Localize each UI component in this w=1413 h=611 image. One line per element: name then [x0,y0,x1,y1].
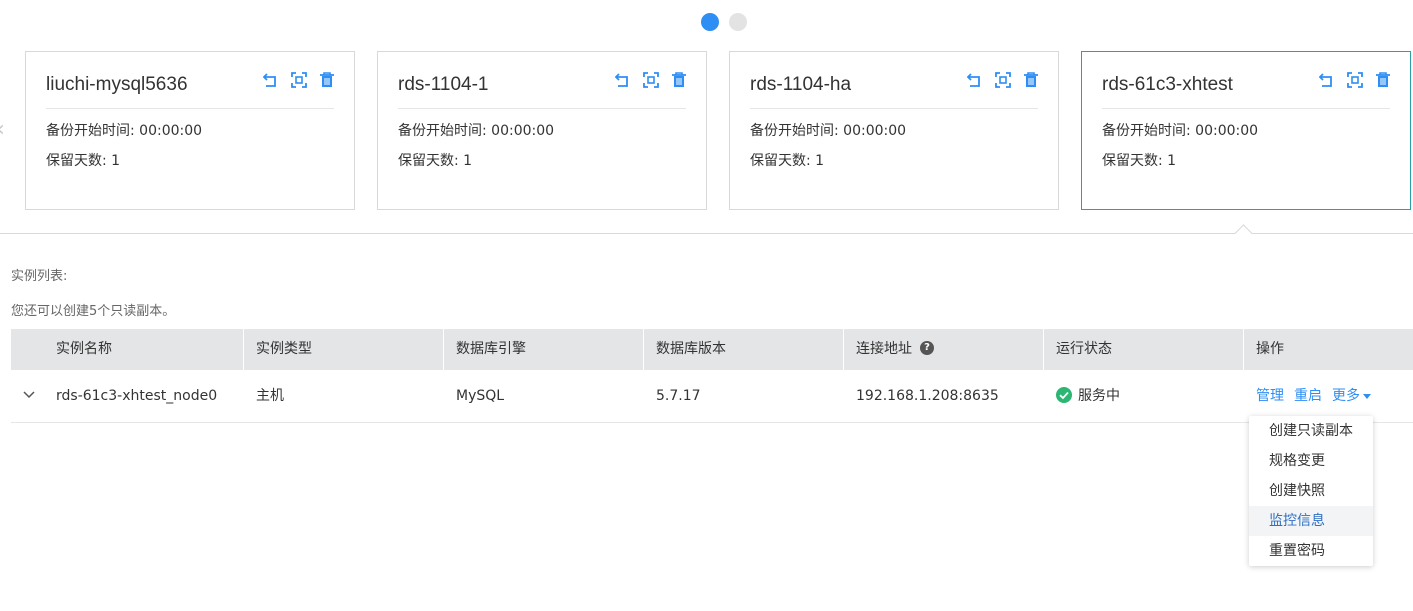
help-icon[interactable]: ? [920,341,934,355]
backup-start-time: 备份开始时间: 00:00:00 [46,123,203,139]
table-row: rds-61c3-xhtest_node0 主机 MySQL 5.7.17 19… [11,370,1413,423]
card-title: rds-1104-1 [398,74,489,95]
connection-address: 192.168.1.208:8635 [856,388,999,404]
restore-icon[interactable] [614,71,632,89]
selected-card-pointer [1234,224,1253,243]
backup-card[interactable]: liuchi-mysql5636 备份开始时间: 00:00:00 保留天数: … [25,51,355,210]
backup-card-selected[interactable]: rds-61c3-xhtest 备份开始时间: 00:00:00 保留天数: 1 [1081,51,1411,210]
trash-icon[interactable] [318,71,336,89]
readonly-replica-hint: 您还可以创建5个只读副本。 [11,304,176,319]
db-version: 5.7.17 [656,388,701,404]
chevron-down-icon[interactable] [22,388,36,402]
backup-start-time: 备份开始时间: 00:00:00 [1102,123,1259,139]
menu-item-monitoring[interactable]: 监控信息 [1249,506,1373,536]
instance-name[interactable]: rds-61c3-xhtest_node0 [56,370,217,422]
column-header: 连接地址 [856,341,912,357]
trash-icon[interactable] [670,71,688,89]
trash-icon[interactable] [1374,71,1392,89]
fullscreen-icon[interactable] [642,71,660,89]
check-circle-icon [1056,387,1072,403]
restore-icon[interactable] [1318,71,1336,89]
restore-icon[interactable] [966,71,984,89]
retention-days: 保留天数: 1 [46,153,121,169]
column-header: 实例名称 [56,341,112,357]
restart-link[interactable]: 重启 [1294,388,1322,404]
backup-start-time: 备份开始时间: 00:00:00 [750,123,907,139]
db-engine: MySQL [456,388,505,404]
carousel-dot-1[interactable] [701,13,719,31]
retention-days: 保留天数: 1 [1102,153,1177,169]
more-label: 更多 [1332,388,1360,404]
column-header: 数据库版本 [656,341,726,357]
retention-days: 保留天数: 1 [398,153,473,169]
status-text: 服务中 [1078,388,1120,404]
carousel-dot-2[interactable] [729,13,747,31]
fullscreen-icon[interactable] [1346,71,1364,89]
more-dropdown-toggle[interactable]: 更多 [1332,388,1371,404]
backup-start-time: 备份开始时间: 00:00:00 [398,123,555,139]
column-header: 操作 [1256,341,1284,357]
run-status: 服务中 [1056,370,1120,422]
fullscreen-icon[interactable] [290,71,308,89]
card-title: rds-1104-ha [750,74,852,95]
card-title: liuchi-mysql5636 [46,74,188,95]
section-divider [0,233,1413,234]
fullscreen-icon[interactable] [994,71,1012,89]
menu-item-reset-password[interactable]: 重置密码 [1249,536,1373,566]
backup-card[interactable]: rds-1104-ha 备份开始时间: 00:00:00 保留天数: 1 [729,51,1059,210]
instance-list-label: 实例列表: [11,269,68,284]
carousel-prev-icon[interactable]: ‹ [0,118,10,142]
menu-item-create-readonly-replica[interactable]: 创建只读副本 [1249,416,1373,446]
column-header: 数据库引擎 [456,341,526,357]
caret-down-icon [1363,393,1371,399]
table-header: 实例名称 实例类型 数据库引擎 数据库版本 连接地址? 运行状态 操作 [11,329,1413,370]
column-header: 运行状态 [1056,341,1112,357]
column-header: 实例类型 [256,341,312,357]
backup-card[interactable]: rds-1104-1 备份开始时间: 00:00:00 保留天数: 1 [377,51,707,210]
more-actions-menu: 创建只读副本 规格变更 创建快照 监控信息 重置密码 [1249,416,1373,566]
menu-item-create-snapshot[interactable]: 创建快照 [1249,476,1373,506]
row-actions: 管理 重启 更多 [1256,370,1371,422]
column-header-address: 连接地址? [844,329,934,370]
retention-days: 保留天数: 1 [750,153,825,169]
menu-item-resize[interactable]: 规格变更 [1249,446,1373,476]
instance-type: 主机 [256,388,284,404]
manage-link[interactable]: 管理 [1256,388,1284,404]
trash-icon[interactable] [1022,71,1040,89]
restore-icon[interactable] [262,71,280,89]
card-title: rds-61c3-xhtest [1102,74,1233,95]
